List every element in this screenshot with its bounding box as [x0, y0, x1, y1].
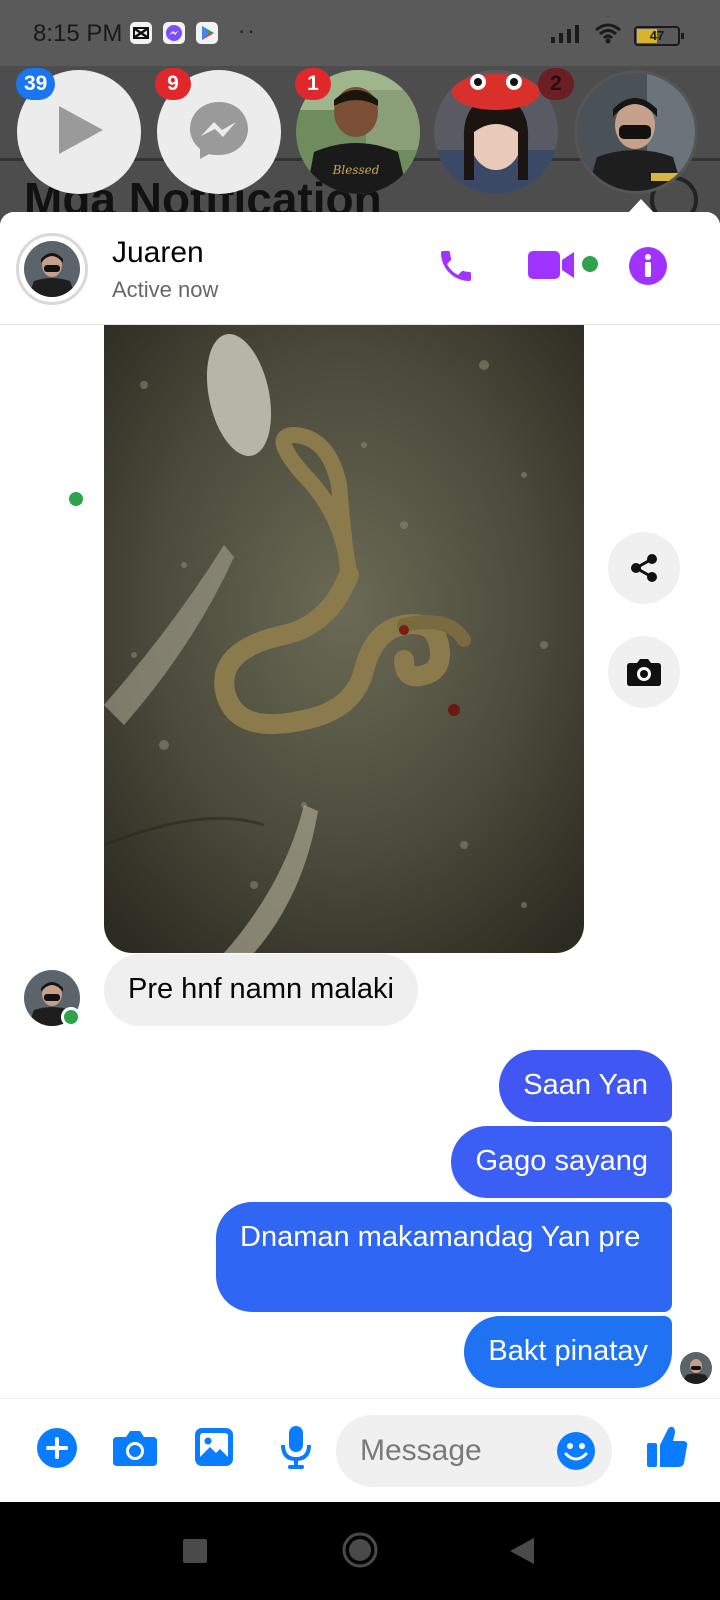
contact-name[interactable]: Juaren	[112, 236, 204, 270]
outgoing-message[interactable]: Bakt pinatay	[464, 1316, 672, 1388]
share-button[interactable]	[608, 532, 680, 604]
recents-button[interactable]	[182, 1538, 208, 1569]
unread-badge: 1	[295, 68, 331, 100]
online-indicator	[61, 1007, 81, 1027]
online-indicator	[66, 489, 86, 509]
status-time: 8:15 PM	[33, 20, 123, 47]
video-active-dot	[582, 256, 598, 272]
wifi-icon	[594, 22, 622, 49]
outgoing-message[interactable]: Dnaman makamandag Yan pre	[216, 1202, 672, 1312]
back-button[interactable]	[508, 1536, 536, 1571]
signal-icon	[550, 23, 582, 48]
chat-panel: Juaren Active now Pre hnf namn malaki Sa…	[0, 212, 720, 1502]
contact-avatar[interactable]	[16, 233, 88, 305]
gallery-icon[interactable]	[194, 1427, 234, 1472]
camera-reply-button[interactable]	[608, 636, 680, 708]
contact-photo	[577, 73, 695, 191]
capcut-icon	[130, 22, 152, 44]
camera-icon[interactable]	[112, 1429, 158, 1472]
outgoing-message[interactable]: Saan Yan	[499, 1050, 672, 1122]
shirt-text: Blessed	[332, 163, 380, 177]
avatar-photo	[680, 1352, 712, 1384]
status-bar: 8:15 PM ·· 47	[0, 0, 720, 66]
chat-heads-bar: 39 9 1 Blessed 2	[0, 68, 720, 200]
photo-message[interactable]	[104, 325, 584, 953]
snake-photo	[104, 325, 584, 953]
play-icon	[49, 100, 109, 165]
home-button[interactable]	[342, 1532, 378, 1573]
microphone-icon[interactable]	[280, 1425, 312, 1474]
battery-icon: 47	[634, 25, 684, 46]
play-store-icon	[196, 22, 218, 44]
phone-call-icon[interactable]	[436, 246, 476, 291]
chat-header: Juaren Active now	[0, 212, 720, 509]
messenger-status-icon	[163, 22, 185, 44]
unread-badge: 39	[16, 68, 56, 100]
messenger-icon	[187, 98, 251, 167]
avatar-photo	[24, 241, 80, 297]
system-navigation-bar	[0, 1502, 720, 1600]
seen-receipt-avatar	[680, 1352, 712, 1384]
camera-icon	[627, 659, 661, 686]
emoji-icon[interactable]	[556, 1431, 596, 1476]
unread-badge: 2	[538, 68, 574, 100]
unread-badge: 9	[155, 68, 191, 100]
add-icon[interactable]	[36, 1427, 78, 1474]
share-icon	[631, 554, 657, 582]
battery-level: 47	[649, 27, 665, 43]
video-call-icon[interactable]	[528, 248, 576, 287]
outgoing-message[interactable]: Gago sayang	[451, 1126, 672, 1198]
info-icon[interactable]	[628, 246, 668, 291]
active-head-pointer	[628, 199, 654, 213]
like-icon[interactable]	[646, 1425, 688, 1474]
chat-head-active-contact[interactable]	[574, 70, 698, 194]
message-composer	[0, 1398, 720, 1502]
contact-status: Active now	[112, 277, 219, 302]
incoming-message[interactable]: Pre hnf namn malaki	[104, 954, 418, 1026]
more-notifications-indicator: ··	[238, 18, 257, 43]
